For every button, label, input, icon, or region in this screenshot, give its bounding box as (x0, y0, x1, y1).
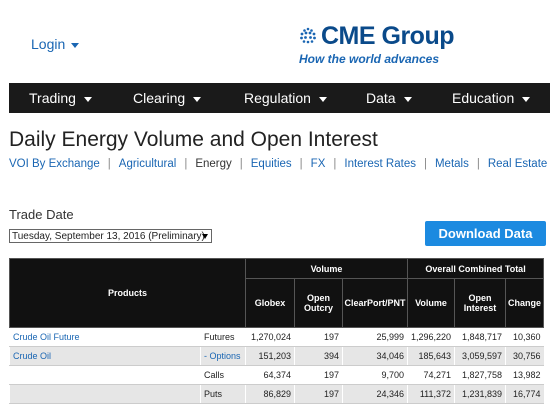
open-outcry-cell: 197 (294, 384, 343, 404)
volume-cell: 74,271 (406, 365, 455, 385)
download-data-button[interactable]: Download Data (425, 221, 546, 246)
open-interest-cell: 1,231,839 (454, 384, 506, 404)
nav-data[interactable]: Data (366, 83, 412, 113)
col-globex: Globex (245, 278, 295, 328)
trade-date-select[interactable]: Tuesday, September 13, 2016 (Preliminary… (9, 229, 212, 243)
nav-label: Data (366, 90, 396, 106)
product-cell (9, 384, 201, 404)
col-volume: Volume (406, 278, 456, 328)
volume-oi-table: Products Volume Overall Combined Total G… (9, 258, 545, 404)
chevron-down-icon (522, 96, 531, 102)
table-row: Crude Oil - Options 151,203 394 34,046 1… (9, 346, 544, 366)
trade-date-value: Tuesday, September 13, 2016 (Preliminary… (12, 231, 205, 242)
nav-clearing[interactable]: Clearing (133, 83, 202, 113)
chevron-down-icon (193, 96, 202, 102)
divider: | (184, 158, 188, 170)
trade-date-label: Trade Date (9, 207, 74, 222)
nav-label: Education (452, 90, 515, 106)
login-label: Login (31, 36, 66, 52)
divider: | (107, 158, 111, 170)
table-row: Calls 64,374 197 9,700 74,271 1,827,758 … (9, 365, 544, 385)
open-outcry-cell: 394 (294, 346, 343, 366)
table-row: Crude Oil Future Futures 1,270,024 197 2… (9, 327, 544, 347)
globe-logo-icon (300, 27, 316, 44)
volume-cell: 111,372 (406, 384, 455, 404)
dropdown-arrow-icon (202, 234, 208, 239)
divider: | (333, 158, 337, 170)
product-type: Calls (200, 365, 246, 385)
change-cell: 16,774 (505, 384, 544, 404)
asset-class-subnav: VOI By Exchange | Agricultural | Energy | Equi… (9, 158, 550, 170)
globex-cell: 151,203 (245, 346, 295, 366)
product-link[interactable]: Crude Oil (13, 351, 51, 361)
options-link[interactable]: - Options (204, 351, 241, 361)
logo-tagline: How the world advances (299, 52, 440, 66)
nav-trading[interactable]: Trading (29, 83, 92, 113)
change-cell: 30,756 (505, 346, 544, 366)
page-title: Daily Energy Volume and Open Interest (9, 128, 378, 151)
main-nav: Trading Clearing Regulation Data Educati… (9, 83, 550, 113)
divider: | (476, 158, 480, 170)
open-interest-cell: 1,827,758 (454, 365, 506, 385)
nav-regulation[interactable]: Regulation (244, 83, 327, 113)
subnav-voi-by-exchange[interactable]: VOI By Exchange (9, 158, 100, 170)
product-link[interactable]: Crude Oil Future (13, 332, 80, 342)
products-header: Products (9, 258, 246, 328)
divider: | (239, 158, 243, 170)
change-cell: 10,360 (505, 327, 544, 347)
col-open-interest: Open Interest (454, 278, 507, 328)
globex-cell: 64,374 (245, 365, 295, 385)
nav-label: Regulation (244, 90, 311, 106)
clearport-cell: 24,346 (342, 384, 408, 404)
globex-cell: 1,270,024 (245, 327, 295, 347)
chevron-down-icon (318, 96, 327, 102)
divider: | (423, 158, 427, 170)
clearport-cell: 25,999 (342, 327, 408, 347)
col-change: Change (505, 278, 545, 328)
logo-name: CME Group (321, 22, 455, 50)
volume-header: Volume (245, 258, 408, 279)
product-cell (9, 365, 201, 385)
clearport-cell: 34,046 (342, 346, 408, 366)
chevron-down-icon (71, 42, 80, 48)
volume-cell: 185,643 (406, 346, 455, 366)
login-dropdown[interactable]: Login (31, 36, 80, 52)
subnav-metals[interactable]: Metals (435, 158, 469, 170)
open-interest-cell: 1,848,717 (454, 327, 506, 347)
globex-cell: 86,829 (245, 384, 295, 404)
product-type: Futures (200, 327, 246, 347)
product-type: Puts (200, 384, 246, 404)
subnav-equities[interactable]: Equities (251, 158, 292, 170)
change-cell: 13,982 (505, 365, 544, 385)
subnav-fx[interactable]: FX (311, 158, 326, 170)
col-clearport: ClearPort/PNT (342, 278, 408, 328)
overall-total-header: Overall Combined Total (406, 258, 545, 279)
subnav-real-estate[interactable]: Real Estate (488, 158, 547, 170)
subnav-energy: Energy (195, 158, 232, 170)
nav-education[interactable]: Education (452, 83, 531, 113)
clearport-cell: 9,700 (342, 365, 408, 385)
open-outcry-cell: 197 (294, 327, 343, 347)
nav-label: Clearing (133, 90, 186, 106)
chevron-down-icon (403, 96, 412, 102)
table-row: Puts 86,829 197 24,346 111,372 1,231,839… (9, 384, 544, 404)
chevron-down-icon (83, 96, 92, 102)
open-interest-cell: 3,059,597 (454, 346, 506, 366)
subnav-agricultural[interactable]: Agricultural (119, 158, 177, 170)
nav-label: Trading (29, 90, 76, 106)
volume-cell: 1,296,220 (406, 327, 455, 347)
divider: | (299, 158, 303, 170)
col-open-outcry: Open Outcry (294, 278, 343, 328)
open-outcry-cell: 197 (294, 365, 343, 385)
subnav-interest-rates[interactable]: Interest Rates (344, 158, 416, 170)
